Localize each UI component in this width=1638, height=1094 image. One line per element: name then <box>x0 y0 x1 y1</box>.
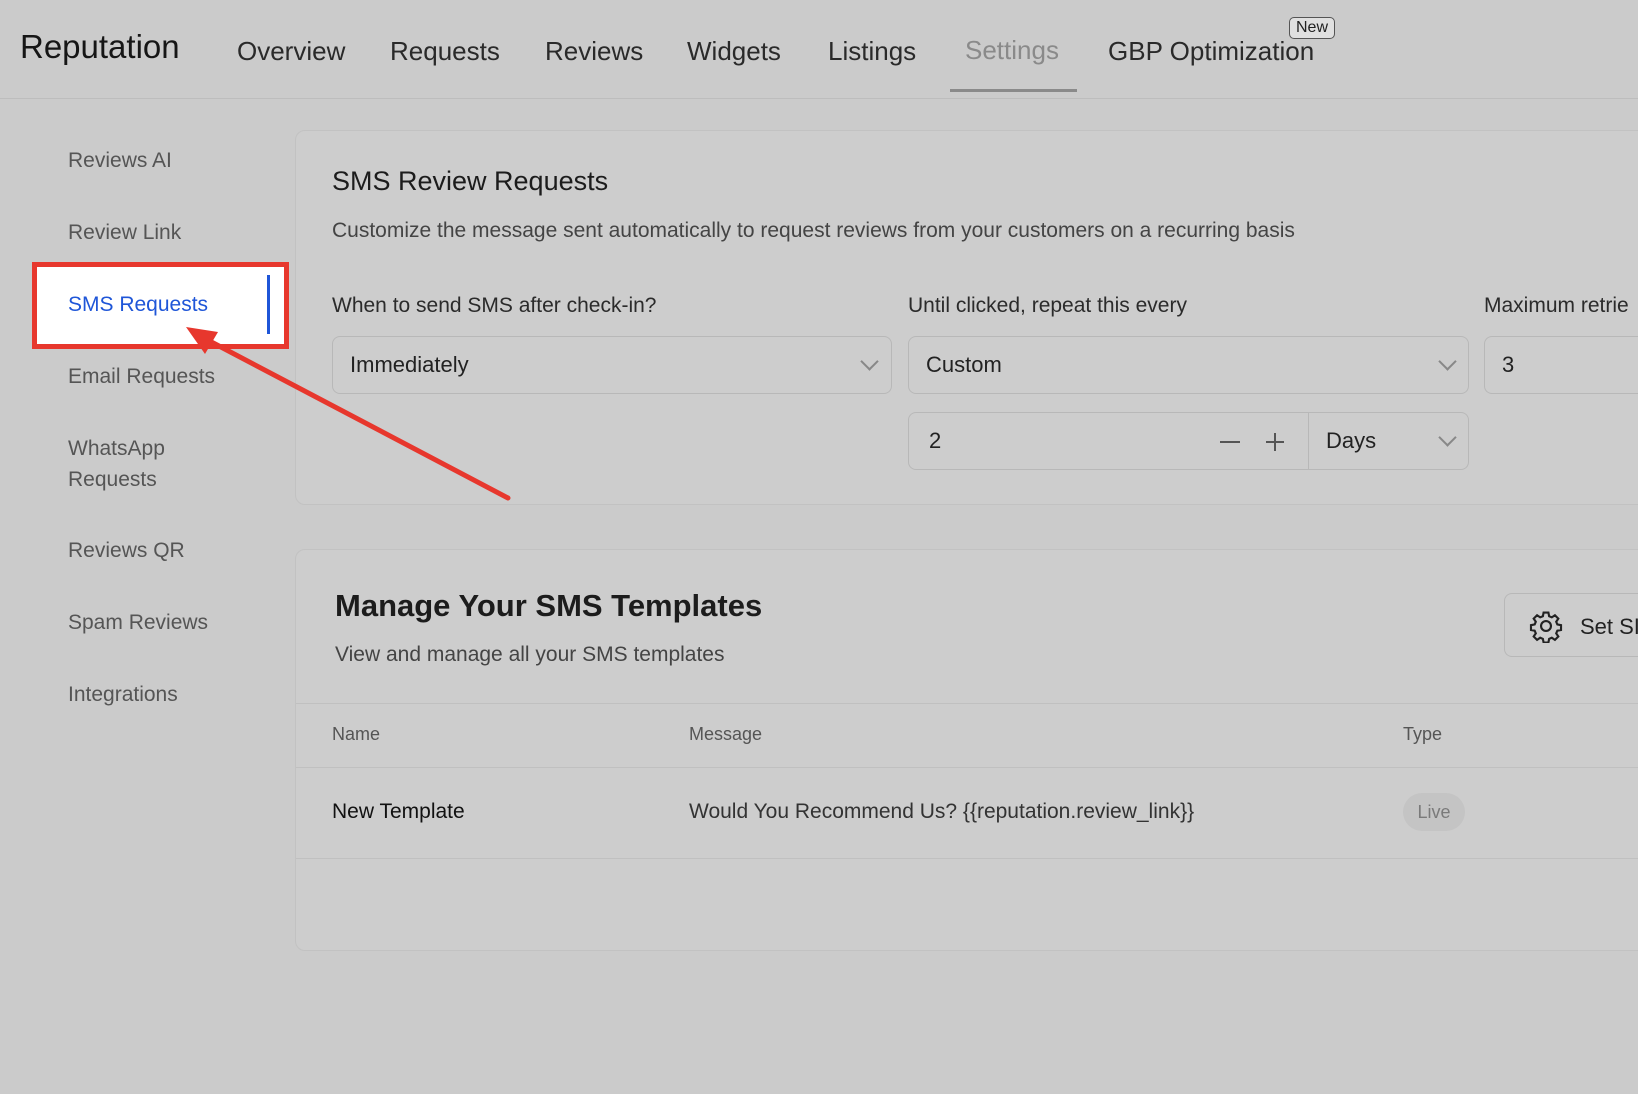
annotation-arrow <box>186 327 511 501</box>
